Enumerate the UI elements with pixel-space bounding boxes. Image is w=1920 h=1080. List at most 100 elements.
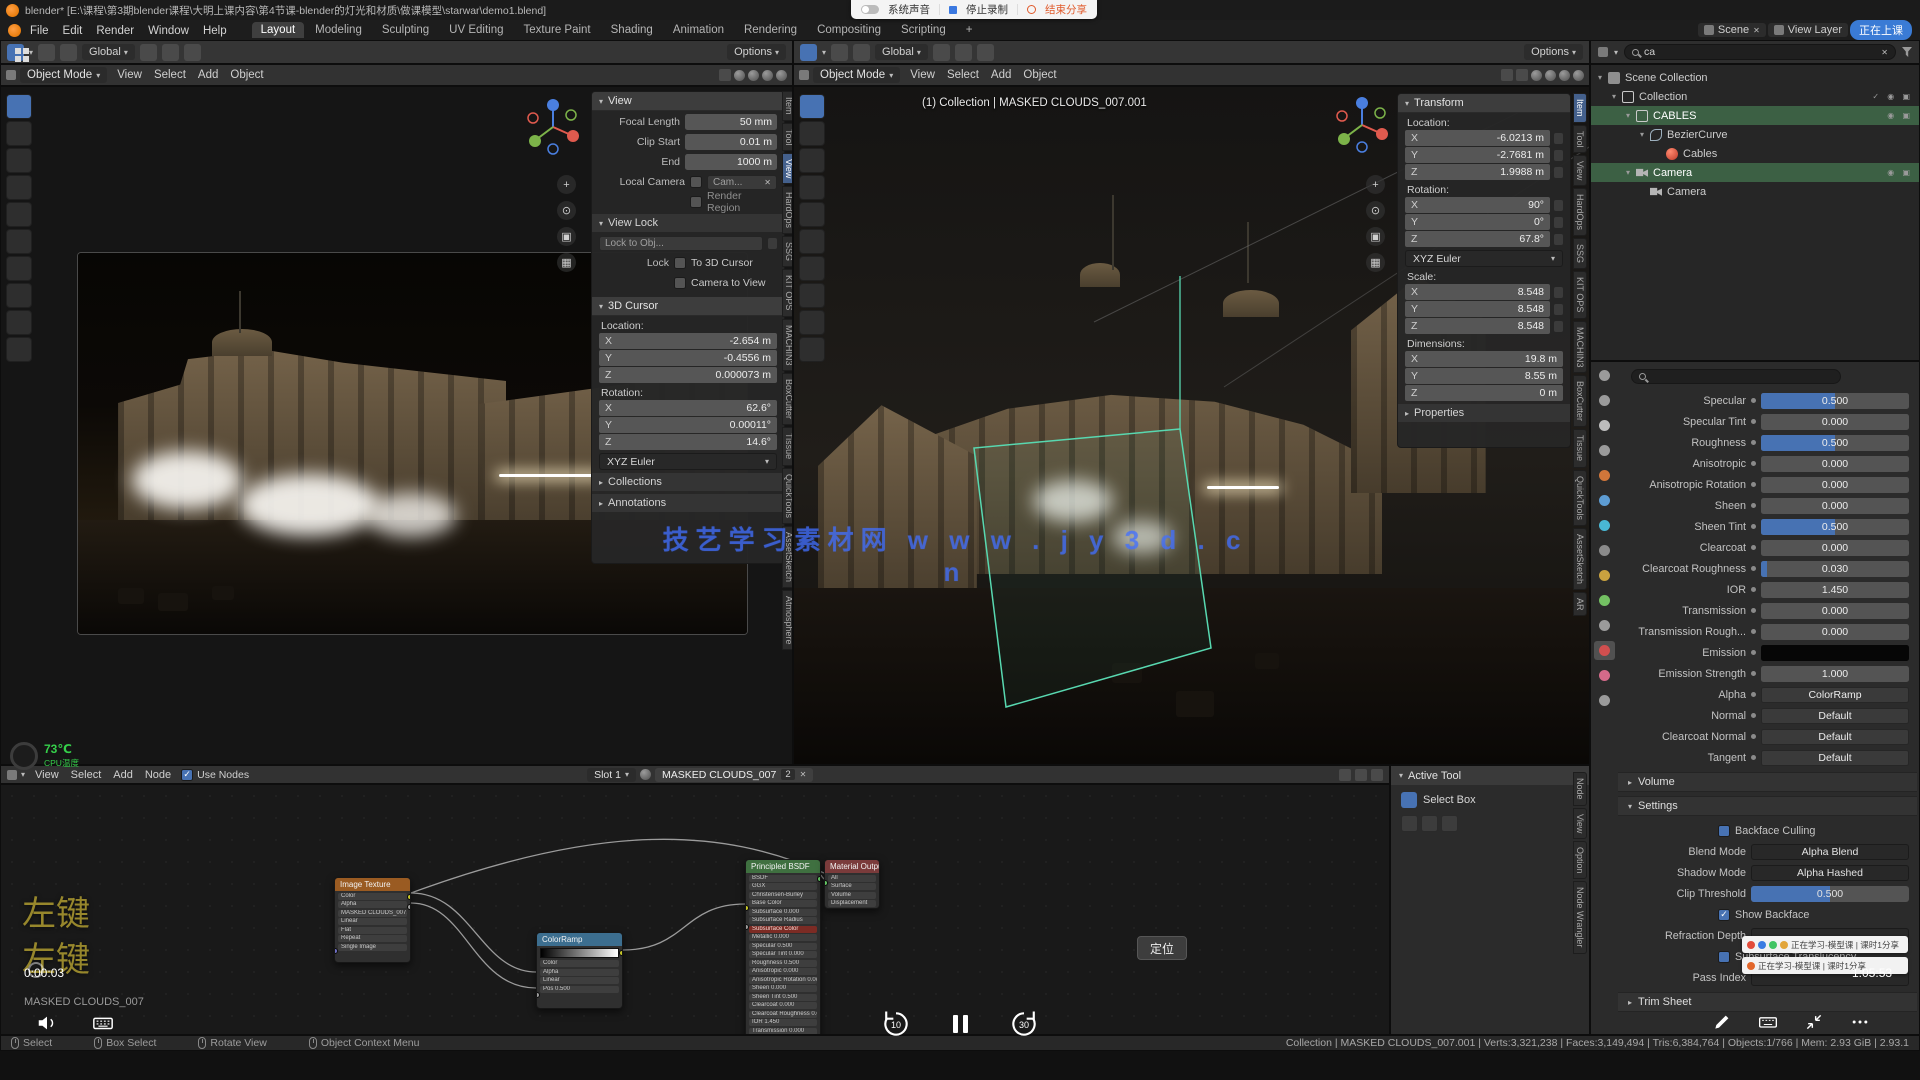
expand-icon[interactable]: ▾ — [1623, 111, 1633, 120]
vector-input-port[interactable] — [334, 948, 338, 954]
editor-type-icon[interactable] — [7, 770, 17, 780]
scale-tool[interactable] — [6, 202, 32, 227]
shrink-icon[interactable] — [1804, 1012, 1824, 1032]
rendered-shading-icon[interactable] — [776, 70, 787, 81]
select-box-tool[interactable] — [799, 94, 825, 119]
settings-checkbox[interactable]: ✓ — [1718, 909, 1730, 921]
material-shading-icon[interactable] — [762, 70, 773, 81]
viewport-3d[interactable]: (1) Collection | MASKED CLOUDS_007.001 +… — [793, 86, 1590, 765]
settings-section-header[interactable]: ▾Settings — [1618, 796, 1917, 816]
viewport-menu-item[interactable]: Object — [1017, 67, 1062, 83]
material-shading-icon[interactable] — [1559, 70, 1570, 81]
property-value[interactable]: ColorRamp — [1761, 687, 1909, 703]
workspace-tab[interactable]: Texture Paint — [515, 22, 600, 38]
sidebar-tab[interactable]: HardOps — [782, 186, 793, 234]
editor-type-icon[interactable] — [799, 70, 809, 80]
rotate-tool[interactable] — [6, 175, 32, 200]
view-lock-header[interactable]: ▾View Lock — [592, 214, 784, 232]
blender-menu-icon[interactable] — [8, 24, 21, 37]
camera-view-icon[interactable]: ▣ — [1366, 227, 1385, 246]
trim-sheet-header[interactable]: ▸Trim Sheet — [1618, 992, 1917, 1012]
workspace-tab[interactable]: UV Editing — [440, 22, 512, 38]
settings-checkbox[interactable] — [1718, 825, 1730, 837]
tool-option-icon[interactable] — [1401, 815, 1418, 832]
decorator-dot[interactable] — [1751, 524, 1756, 529]
menu-item[interactable]: Help — [196, 23, 234, 39]
keyboard-icon[interactable] — [92, 1012, 114, 1034]
decorator-dot[interactable] — [1751, 398, 1756, 403]
measure-tool[interactable] — [6, 283, 32, 308]
sidebar-tab[interactable]: KIT OPS — [782, 269, 793, 316]
move-tool[interactable] — [6, 148, 32, 173]
node-row[interactable]: Anisotropic 0.000 — [749, 968, 817, 975]
camera-object-field[interactable]: Cam... ✕ — [707, 175, 777, 190]
property-value[interactable]: 0.000 — [1761, 624, 1909, 640]
node-row[interactable]: Flat — [338, 927, 407, 934]
property-value[interactable]: 0.000 — [1761, 456, 1909, 472]
mode-select[interactable]: Object Mode▾ — [20, 67, 107, 83]
node-row[interactable]: All — [828, 875, 876, 882]
camera-to-view-checkbox[interactable] — [674, 277, 686, 289]
decorator-dot[interactable] — [1751, 566, 1756, 571]
active-tool-header[interactable]: ▾Active Tool — [1391, 766, 1589, 785]
eyedropper-icon[interactable] — [768, 238, 777, 249]
properties-tab[interactable] — [1594, 466, 1615, 485]
property-value[interactable]: 0.500 — [1761, 393, 1909, 409]
decorator-dot[interactable] — [1751, 440, 1756, 445]
node-row[interactable]: Metallic 0.000 — [749, 934, 817, 941]
properties-tab[interactable] — [1594, 691, 1615, 710]
sidebar-tab[interactable]: Tool — [1573, 125, 1587, 154]
node-row[interactable]: Linear — [540, 977, 619, 984]
cursor-panel-header[interactable]: ▾3D Cursor — [592, 297, 784, 316]
shader-menu-item[interactable]: Add — [107, 768, 139, 782]
snap-magnet-icon[interactable] — [162, 44, 179, 61]
zoom-icon[interactable]: + — [557, 175, 576, 194]
workspace-tab[interactable]: Animation — [664, 22, 733, 38]
properties-tab[interactable] — [1594, 366, 1615, 385]
annotations-header[interactable]: ▸Annotations — [592, 494, 784, 512]
tool-option-icon[interactable] — [1421, 815, 1438, 832]
lock-to-object-field[interactable]: Lock to Obj... — [599, 236, 763, 251]
measure-tool[interactable] — [799, 283, 825, 308]
sidebar-tab[interactable]: Atmosphere — [782, 590, 793, 651]
node-row[interactable]: Subsurface Color — [749, 926, 817, 933]
snap-target-icon[interactable] — [60, 44, 77, 61]
property-value[interactable]: 0.000 — [1761, 540, 1909, 556]
add-primitive-tool[interactable] — [6, 310, 32, 335]
sidebar-tab[interactable]: Tissue — [782, 427, 793, 465]
properties-tab[interactable] — [1594, 391, 1615, 410]
viewport-menu-item[interactable]: Select — [941, 67, 985, 83]
local-camera-checkbox[interactable] — [690, 176, 702, 188]
proportional-edit-icon[interactable] — [184, 44, 201, 61]
node-row[interactable]: Pos 0.500 — [540, 986, 619, 993]
node-row[interactable]: Displacement — [828, 900, 876, 907]
menu-item[interactable]: File — [23, 23, 56, 39]
property-value[interactable]: 0.500 — [1761, 435, 1909, 451]
outliner-row[interactable]: ▾ CABLES ◉ ▣ — [1591, 106, 1919, 125]
value-field[interactable]: 1000 m — [685, 154, 777, 170]
annotate-tool[interactable] — [6, 256, 32, 281]
properties-tab[interactable] — [1594, 516, 1615, 535]
axis-value-field[interactable]: Y-2.7681 m — [1405, 147, 1550, 163]
rewind-10-button[interactable]: 10 — [878, 1006, 914, 1042]
settings-value[interactable]: Alpha Blend — [1751, 844, 1909, 860]
decorator-dot[interactable] — [1751, 692, 1756, 697]
properties-tab[interactable] — [1594, 541, 1615, 560]
node-row[interactable]: Clearcoat Roughness 0.030 — [749, 1011, 817, 1018]
node-row[interactable]: Base Color — [749, 900, 817, 907]
node-row[interactable]: Surface — [828, 883, 876, 890]
options-button[interactable]: Options▾ — [727, 44, 786, 60]
scale-tool[interactable] — [799, 202, 825, 227]
outliner-row[interactable]: ▾ BezierCurve — [1591, 125, 1919, 144]
decorator-dot[interactable] — [1751, 650, 1756, 655]
viewport-menu-item[interactable]: View — [904, 67, 941, 83]
property-value[interactable]: Default — [1761, 708, 1909, 724]
panel-tab[interactable]: View — [1573, 808, 1587, 839]
axis-value-field[interactable]: X62.6° — [599, 400, 777, 416]
lock-icon[interactable] — [1554, 217, 1563, 228]
outliner-row[interactable]: ▾ Collection ✓ ◉ ▣ — [1591, 87, 1919, 106]
viewport-menu-item[interactable]: View — [111, 67, 148, 83]
sidebar-tab[interactable]: Item — [782, 91, 793, 121]
select-mode-icon[interactable] — [719, 69, 731, 81]
sidebar-tab[interactable]: AssetSketch — [1573, 528, 1587, 590]
